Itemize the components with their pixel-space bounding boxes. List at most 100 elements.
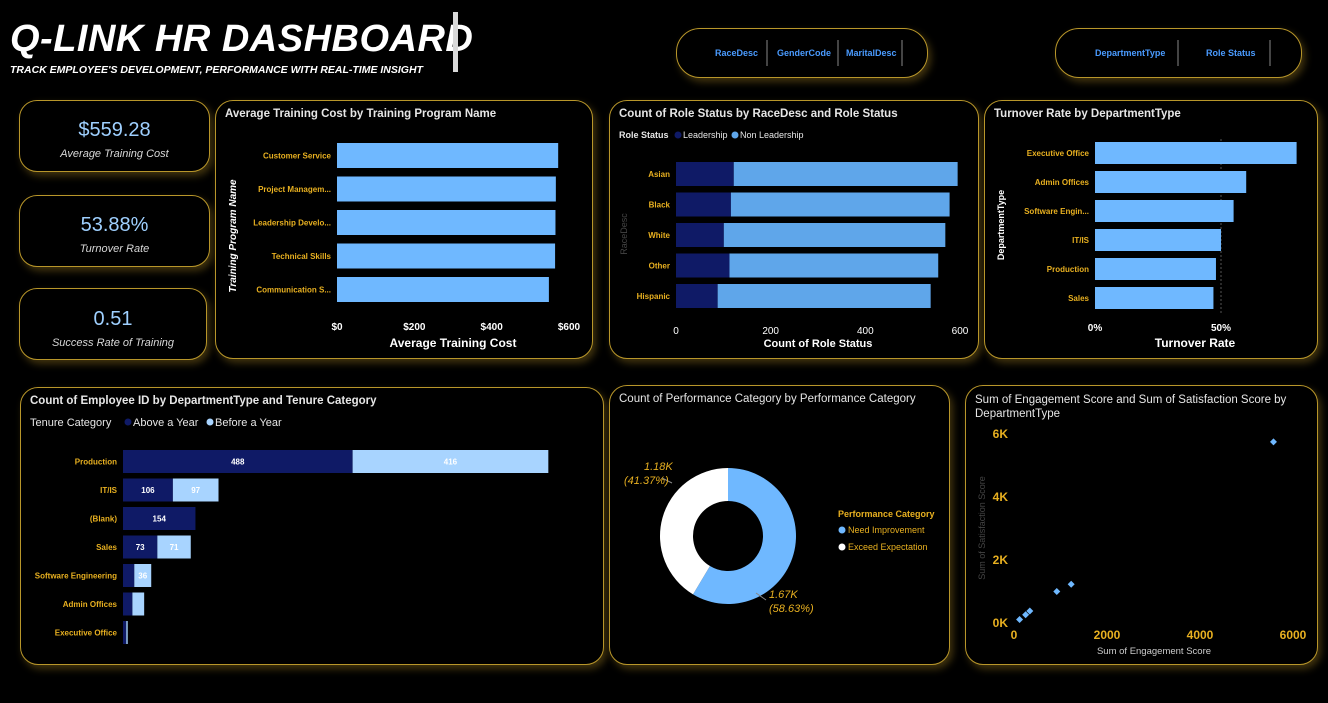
bar-leadership <box>676 162 734 186</box>
bar <box>337 210 556 235</box>
dashboard-subtitle: TRACK EMPLOYEE'S DEVELOPMENT, PERFORMANC… <box>10 64 423 76</box>
category-label: Leadership Develo... <box>253 219 331 228</box>
kpi-card-turnover-rate[interactable]: 53.88% Turnover Rate <box>19 195 210 267</box>
kpi-label: Average Training Cost <box>60 148 169 160</box>
legend-title: Performance Category <box>838 509 935 519</box>
category-label: White <box>648 231 670 240</box>
category-label: Other <box>649 262 670 271</box>
tenure-chart: Tenure Category Above a Year Before a Year… <box>30 417 549 644</box>
slicer-separator <box>1177 40 1179 66</box>
x-tick-label: 0% <box>1088 323 1103 334</box>
slicer-group-demographics: RaceDesc GenderCode MaritalDesc <box>676 28 928 78</box>
bar <box>1095 142 1297 164</box>
y-axis-label: Training Program Name <box>228 179 239 293</box>
legend-marker-exceed-expectation <box>838 543 846 551</box>
kpi-card-average-training-cost[interactable]: $559.28 Average Training Cost <box>19 100 210 172</box>
role-status-chart: Role Status Leadership Non Leadership Asian… <box>619 130 969 350</box>
chart-panel-training-cost[interactable]: Average Training Cost by Training Progra… <box>215 100 593 359</box>
bar-non-leadership <box>729 253 939 278</box>
slicer-departmenttype[interactable]: DepartmentType <box>1095 48 1165 58</box>
bar-above-year <box>123 592 133 616</box>
bar <box>1095 287 1214 309</box>
bar-non-leadership <box>723 223 946 247</box>
data-label: 97 <box>191 486 200 495</box>
bar-leadership <box>676 223 724 247</box>
bar-above-year <box>123 564 135 587</box>
slicer-gendercode[interactable]: GenderCode <box>777 48 831 58</box>
legend-title: Tenure Category <box>30 417 112 429</box>
y-axis-label: RaceDesc <box>619 213 629 255</box>
x-tick-label: 400 <box>857 326 874 337</box>
data-label: 488 <box>231 458 245 467</box>
bar <box>337 143 559 168</box>
turnover-rate-chart: Executive Office Admin Offices Software En… <box>996 139 1297 350</box>
category-label: Customer Service <box>263 152 332 161</box>
legend-marker-above-year <box>124 418 132 426</box>
x-axis-label: Average Training Cost <box>390 336 517 350</box>
kpi-value: 0.51 <box>93 308 133 330</box>
chart-panel-engagement[interactable]: Sum of Engagement Score and Sum of Satis… <box>965 385 1318 665</box>
x-tick-label: $200 <box>403 322 426 333</box>
slicer-maritaldesc[interactable]: MaritalDesc <box>846 48 897 58</box>
category-label: Executive Office <box>1027 149 1090 158</box>
category-label: Project Managem... <box>258 185 331 194</box>
bar-before-year <box>126 621 128 644</box>
y-tick-label: 6K <box>993 427 1009 441</box>
x-tick-label: 0 <box>673 326 679 337</box>
x-tick-label: $400 <box>481 322 504 333</box>
legend-marker-non-leadership <box>731 131 739 139</box>
category-label: Admin Offices <box>63 600 118 609</box>
legend-marker-need-improvement <box>838 526 846 534</box>
y-axis-label: DepartmentType <box>996 190 1006 260</box>
slicer-separator <box>837 40 839 66</box>
bar-non-leadership <box>733 162 958 186</box>
category-label: IT/IS <box>100 486 118 495</box>
y-tick-label: 2K <box>993 553 1009 567</box>
slicer-group-department: DepartmentType Role Status <box>1055 28 1302 78</box>
x-axis-label: Count of Role Status <box>764 338 873 350</box>
x-tick-label: $0 <box>331 322 343 333</box>
chart-panel-role-status[interactable]: Count of Role Status by RaceDesc and Rol… <box>609 100 979 359</box>
data-label: 36 <box>138 572 147 581</box>
data-label: 73 <box>136 543 145 552</box>
y-tick-label: 4K <box>993 490 1009 504</box>
data-label: 416 <box>444 458 458 467</box>
legend-label-exceed-expectation: Exceed Expectation <box>848 542 928 552</box>
data-label: 1.18K <box>644 461 673 473</box>
slicer-role-status[interactable]: Role Status <box>1206 48 1256 58</box>
kpi-label: Turnover Rate <box>79 243 150 255</box>
bar-non-leadership <box>717 284 931 308</box>
slicer-racedesc[interactable]: RaceDesc <box>715 48 758 58</box>
scatter-point <box>1269 438 1277 446</box>
bar <box>337 277 549 302</box>
slicer-separator <box>901 40 903 66</box>
bar <box>1095 258 1216 280</box>
performance-donut-chart: 1.67K (58.63%) 1.18K (41.37%) Performance Ca… <box>624 461 935 615</box>
legend-label-non-leadership: Non Leadership <box>740 130 804 140</box>
bar <box>1095 229 1221 251</box>
bar-leadership <box>676 192 731 217</box>
kpi-card-success-rate[interactable]: 0.51 Success Rate of Training <box>19 288 207 360</box>
scatter-point <box>1067 580 1075 588</box>
legend-title: Role Status <box>619 130 669 140</box>
x-tick-label: 600 <box>952 326 969 337</box>
category-label: Communication S... <box>256 286 331 295</box>
category-label: Executive Office <box>55 629 118 638</box>
data-label: 106 <box>141 486 155 495</box>
engagement-scatter-chart: 0K 2K 4K 6K 0 2000 4000 6000 Sum of Engagement S… <box>977 427 1307 657</box>
chart-panel-performance[interactable]: Count of Performance Category by Perform… <box>609 385 950 665</box>
title-divider <box>453 12 458 72</box>
data-label: (58.63%) <box>769 603 814 615</box>
x-tick-label: 50% <box>1211 323 1231 334</box>
chart-panel-turnover-rate[interactable]: Turnover Rate by DepartmentType Executiv… <box>984 100 1318 359</box>
bar-leadership <box>676 253 730 278</box>
category-label: Asian <box>648 170 670 179</box>
bar <box>337 176 556 202</box>
chart-panel-tenure[interactable]: Count of Employee ID by DepartmentType a… <box>20 387 604 665</box>
category-label: IT/IS <box>1072 236 1090 245</box>
kpi-value: $559.28 <box>78 119 151 141</box>
category-label: Production <box>75 458 117 467</box>
y-tick-label: 0K <box>993 616 1009 630</box>
category-label: Black <box>649 201 671 210</box>
x-tick-label: 200 <box>762 326 779 337</box>
